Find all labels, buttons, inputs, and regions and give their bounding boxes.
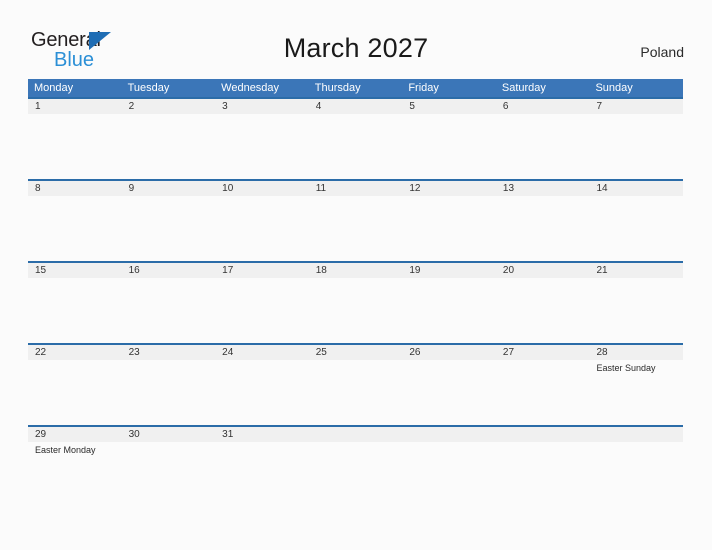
day-number[interactable]: 18 <box>309 263 403 278</box>
day-number <box>309 427 403 442</box>
day-number[interactable]: 14 <box>589 181 683 196</box>
week-event-band <box>28 114 683 179</box>
day-event <box>589 278 683 343</box>
day-number[interactable]: 5 <box>402 99 496 114</box>
day-event <box>309 360 403 425</box>
day-event <box>122 360 216 425</box>
day-event <box>309 196 403 261</box>
day-event <box>215 196 309 261</box>
day-number[interactable]: 20 <box>496 263 590 278</box>
day-event <box>309 278 403 343</box>
day-number[interactable]: 13 <box>496 181 590 196</box>
day-number[interactable]: 10 <box>215 181 309 196</box>
day-number <box>589 427 683 442</box>
day-event <box>28 114 122 179</box>
day-event-easter-monday: Easter Monday <box>35 445 96 455</box>
day-event <box>496 114 590 179</box>
day-event <box>215 360 309 425</box>
week-date-band: 8 9 10 11 12 13 14 <box>28 181 683 196</box>
day-event <box>122 278 216 343</box>
day-event <box>496 360 590 425</box>
week-date-band: 1 2 3 4 5 6 7 <box>28 99 683 114</box>
day-event <box>402 278 496 343</box>
day-event <box>402 442 496 472</box>
weekday-header-sunday: Sunday <box>595 82 633 94</box>
day-number[interactable]: 22 <box>28 345 122 360</box>
day-number[interactable]: 31 <box>215 427 309 442</box>
day-number[interactable]: 29 <box>28 427 122 442</box>
calendar-grid: Monday Tuesday Wednesday Thursday Friday… <box>28 79 683 472</box>
day-event <box>402 196 496 261</box>
week-event-band: Easter Monday <box>28 442 683 472</box>
day-event <box>122 442 216 472</box>
day-number[interactable]: 3 <box>215 99 309 114</box>
weekday-header-friday: Friday <box>408 82 439 94</box>
page-title: March 2027 <box>283 33 429 63</box>
day-number[interactable]: 19 <box>402 263 496 278</box>
day-number[interactable]: 23 <box>122 345 216 360</box>
week-event-band <box>28 196 683 261</box>
weekday-header-thursday: Thursday <box>314 82 361 94</box>
week-row: 22 23 24 25 26 27 28 Easter Sunday <box>28 343 683 425</box>
day-event <box>309 442 403 472</box>
week-row: 1 2 3 4 5 6 7 <box>28 97 683 179</box>
day-event <box>589 442 683 472</box>
day-number[interactable]: 9 <box>122 181 216 196</box>
day-event <box>589 196 683 261</box>
page-header: General Blue March 2027 Poland <box>0 0 712 78</box>
week-row: 15 16 17 18 19 20 21 <box>28 261 683 343</box>
day-number[interactable]: 7 <box>589 99 683 114</box>
day-number[interactable]: 21 <box>589 263 683 278</box>
day-event <box>496 442 590 472</box>
day-number[interactable]: 28 <box>589 345 683 360</box>
week-event-band: Easter Sunday <box>28 360 683 425</box>
day-event-easter-sunday: Easter Sunday <box>596 363 656 373</box>
day-number[interactable]: 27 <box>496 345 590 360</box>
day-event <box>28 360 122 425</box>
weekday-header-saturday: Saturday <box>501 82 546 94</box>
week-row: 29 30 31 Easter Monday <box>28 425 683 472</box>
week-row: 8 9 10 11 12 13 14 <box>28 179 683 261</box>
day-event <box>215 114 309 179</box>
country-label: Poland <box>640 44 684 60</box>
day-event <box>215 278 309 343</box>
day-event <box>28 278 122 343</box>
day-number <box>402 427 496 442</box>
day-event <box>402 114 496 179</box>
day-number[interactable]: 6 <box>496 99 590 114</box>
day-event <box>28 196 122 261</box>
day-number[interactable]: 4 <box>309 99 403 114</box>
day-event <box>496 278 590 343</box>
weekday-header-row: Monday Tuesday Wednesday Thursday Friday… <box>28 79 683 97</box>
day-number[interactable]: 25 <box>309 345 403 360</box>
day-number[interactable]: 11 <box>309 181 403 196</box>
day-number[interactable]: 30 <box>122 427 216 442</box>
day-number[interactable]: 2 <box>122 99 216 114</box>
week-date-band: 15 16 17 18 19 20 21 <box>28 263 683 278</box>
day-event <box>496 196 590 261</box>
week-event-band <box>28 278 683 343</box>
weekday-header-tuesday: Tuesday <box>127 82 170 94</box>
week-date-band: 22 23 24 25 26 27 28 <box>28 345 683 360</box>
day-number <box>496 427 590 442</box>
day-number[interactable]: 12 <box>402 181 496 196</box>
day-event <box>122 114 216 179</box>
day-event <box>215 442 309 472</box>
weekday-header-monday: Monday <box>34 82 74 94</box>
day-event <box>122 196 216 261</box>
day-event <box>402 360 496 425</box>
weekday-header-wednesday: Wednesday <box>221 82 280 94</box>
day-number[interactable]: 26 <box>402 345 496 360</box>
day-number[interactable]: 16 <box>122 263 216 278</box>
day-event <box>309 114 403 179</box>
week-date-band: 29 30 31 <box>28 427 683 442</box>
day-event <box>589 114 683 179</box>
day-number[interactable]: 15 <box>28 263 122 278</box>
day-number[interactable]: 1 <box>28 99 122 114</box>
calendar-page: General Blue March 2027 Poland Monday Tu… <box>0 0 712 550</box>
day-number[interactable]: 17 <box>215 263 309 278</box>
day-number[interactable]: 8 <box>28 181 122 196</box>
day-number[interactable]: 24 <box>215 345 309 360</box>
